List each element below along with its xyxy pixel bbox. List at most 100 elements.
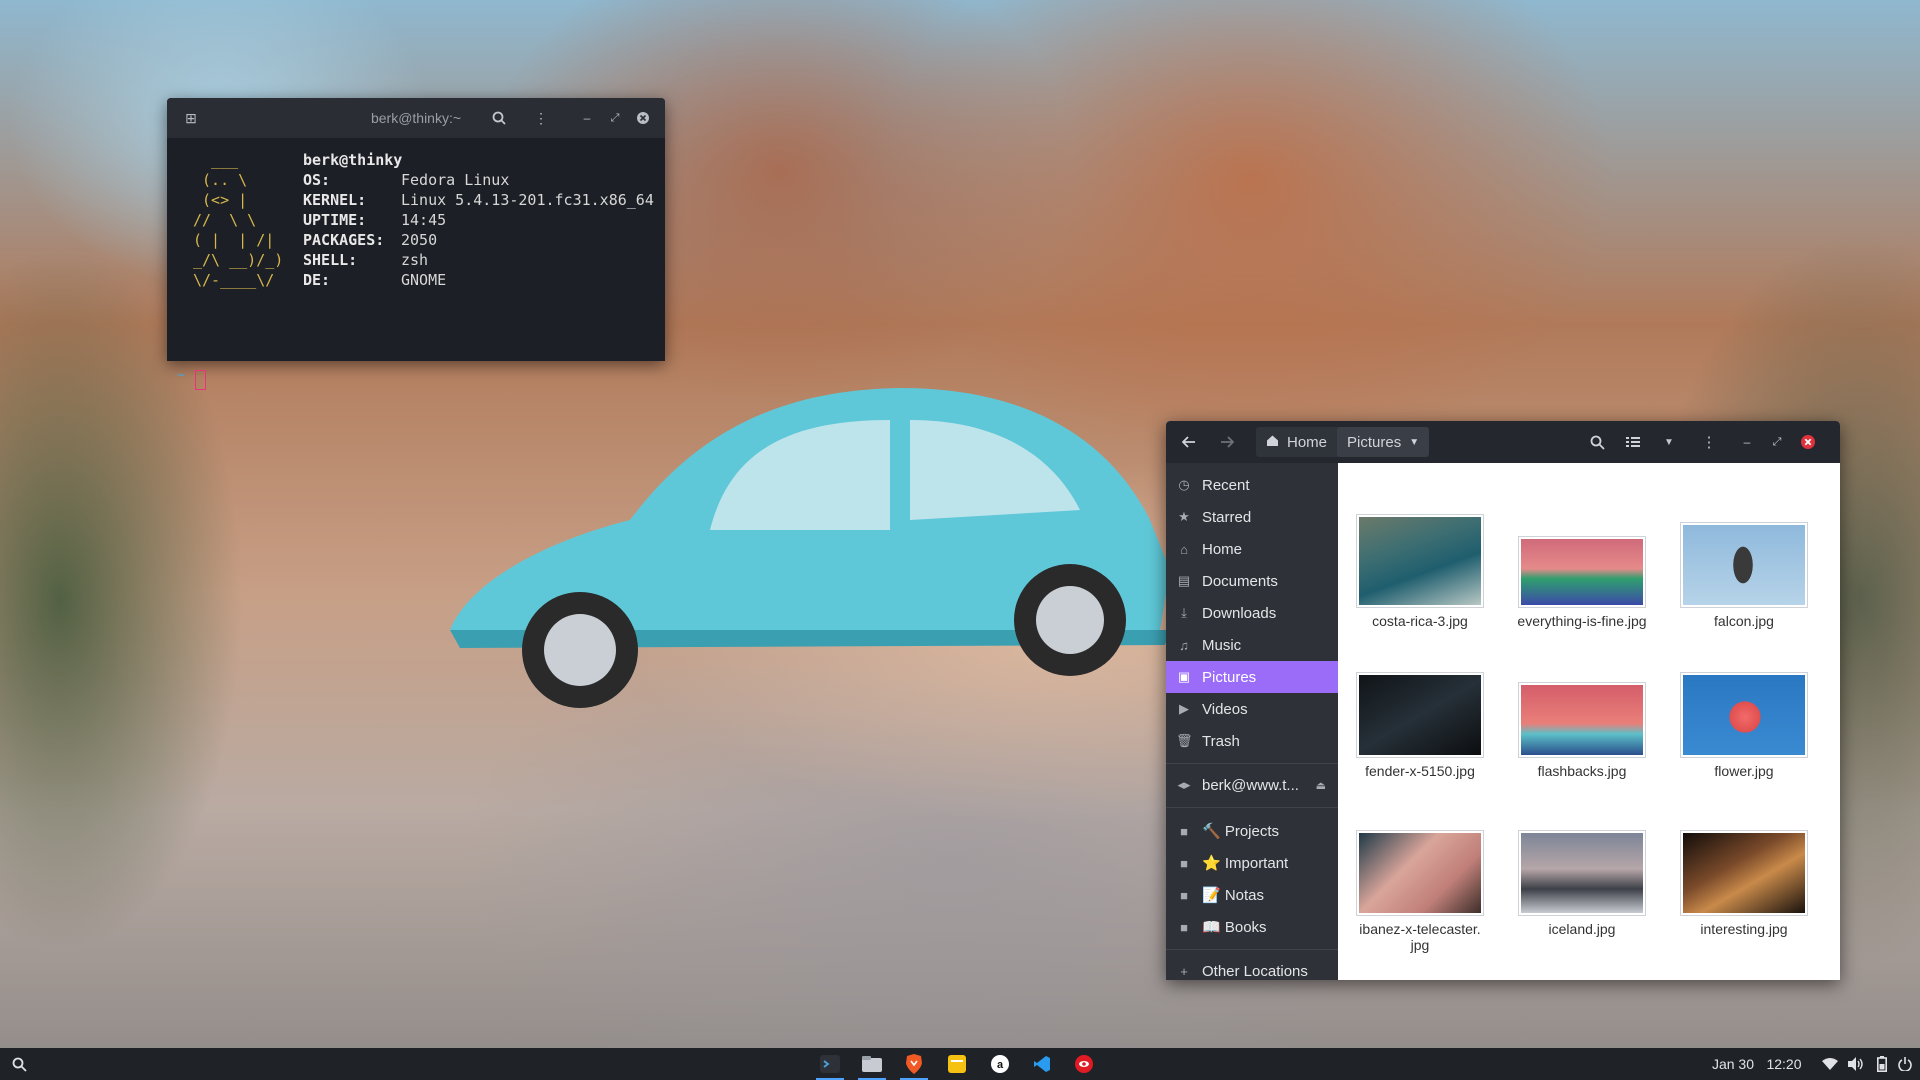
search-icon[interactable] <box>489 108 509 128</box>
maximize-icon[interactable]: ⤢ <box>1768 431 1786 453</box>
vscode-app-icon[interactable] <box>1028 1052 1056 1076</box>
info-key: SHELL: <box>303 251 358 269</box>
file-thumbnail <box>1681 523 1807 607</box>
file-thumbnail <box>1519 537 1645 607</box>
path-bar[interactable]: Home Pictures ▼ <box>1256 427 1430 457</box>
sidebar-item-downloads[interactable]: ⤓ Downloads <box>1166 597 1338 629</box>
home-icon: ⌂ <box>1180 541 1188 557</box>
video-icon: ▶ <box>1179 701 1189 716</box>
sidebar-item-label: Videos <box>1202 700 1248 718</box>
terminal-app-icon[interactable] <box>816 1052 844 1076</box>
eject-icon[interactable]: ⏏ <box>1316 779 1326 792</box>
wallpaper-car <box>450 388 1170 708</box>
download-icon: ⤓ <box>1181 605 1187 620</box>
search-icon[interactable] <box>1586 431 1608 453</box>
sidebar-item-label: Music <box>1202 636 1242 654</box>
file-item[interactable]: falcon.jpg <box>1674 523 1814 629</box>
sidebar-item-books[interactable]: ■ 📖 Books <box>1166 911 1338 943</box>
sidebar-divider <box>1166 763 1338 764</box>
sidebar-divider <box>1166 807 1338 808</box>
view-options-icon[interactable]: ▼ <box>1658 431 1680 453</box>
sidebar-item-music[interactable]: ♫ Music <box>1166 629 1338 661</box>
sidebar-item-label: ⭐ Important <box>1202 855 1289 872</box>
record-app-icon[interactable] <box>1070 1052 1098 1076</box>
file-grid: costa-rica-3.jpg everything-is-fine.jpg … <box>1338 463 1840 980</box>
breadcrumb-home-label: Home <box>1287 433 1328 451</box>
list-view-icon[interactable] <box>1622 431 1644 453</box>
folder-icon: ■ <box>1180 887 1188 903</box>
sidebar-item-pictures[interactable]: ▣ Pictures <box>1166 661 1338 693</box>
menu-icon[interactable]: ⋮ <box>531 108 551 128</box>
file-item[interactable]: ibanez-x-telecaster. jpg <box>1350 831 1490 953</box>
plus-icon: + <box>1180 963 1188 979</box>
sidebar-item-home[interactable]: ⌂ Home <box>1166 533 1338 565</box>
file-name: ibanez-x-telecaster. jpg <box>1359 921 1481 953</box>
clock-time[interactable]: 12:20 <box>1763 1052 1805 1076</box>
menu-icon[interactable]: ⋮ <box>1698 431 1720 453</box>
sidebar-item-projects[interactable]: ■ 🔨 Projects <box>1166 815 1338 847</box>
file-thumbnail <box>1681 673 1807 757</box>
taskbar: a Jan 30 12:20 <box>0 1048 1920 1080</box>
sidebar-item-important[interactable]: ■ ⭐ Important <box>1166 847 1338 879</box>
terminal-header[interactable]: ⊞ berk@thinky:~ ⋮ – ⤢ <box>167 98 665 138</box>
battery-icon[interactable] <box>1872 1052 1892 1076</box>
sidebar-item-label: Home <box>1202 540 1243 558</box>
file-manager-window[interactable]: Home Pictures ▼ ▼ ⋮ – ⤢ ◷ Recent ★ Starred… <box>1166 421 1840 980</box>
sidebar-item-recent[interactable]: ◷ Recent <box>1166 469 1338 501</box>
sidebar-item-label: Other Locations <box>1202 962 1308 980</box>
home-icon <box>1266 434 1279 451</box>
terminal-body[interactable]: ___ (.. \ (<> | // \ \ ( | | /| _/\ __)/… <box>167 138 665 390</box>
sidebar-item-videos[interactable]: ▶ Videos <box>1166 693 1338 725</box>
sidebar-item-label: Trash <box>1202 732 1240 750</box>
notes-app-icon[interactable] <box>943 1052 971 1076</box>
user-host: berk@thinky <box>303 151 403 169</box>
svg-text:a: a <box>997 1059 1004 1071</box>
sidebar-item-label: Pictures <box>1202 668 1257 686</box>
shell-prompt: ~ <box>177 368 185 383</box>
file-item[interactable]: costa-rica-3.jpg <box>1350 515 1490 629</box>
close-icon[interactable] <box>633 108 653 128</box>
sidebar-item-trash[interactable]: 🗑 Trash <box>1166 725 1338 757</box>
file-item[interactable]: iceland.jpg <box>1512 831 1652 937</box>
file-name: flower.jpg <box>1714 763 1774 779</box>
sidebar-item-documents[interactable]: ▤ Documents <box>1166 565 1338 597</box>
sidebar-item-network[interactable]: ◂▸ berk@www.t... ⏏ <box>1166 769 1338 801</box>
amazon-app-icon[interactable]: a <box>986 1052 1014 1076</box>
breadcrumb-home[interactable]: Home <box>1256 427 1337 457</box>
file-item[interactable]: flower.jpg <box>1674 673 1814 779</box>
close-icon[interactable] <box>1798 431 1818 453</box>
forward-icon[interactable] <box>1216 431 1238 453</box>
document-icon: ▤ <box>1177 573 1191 588</box>
sidebar-item-notas[interactable]: ■ 📝 Notas <box>1166 879 1338 911</box>
breadcrumb-current[interactable]: Pictures ▼ <box>1337 427 1430 457</box>
sidebar-item-other-locations[interactable]: + Other Locations <box>1166 955 1338 980</box>
volume-icon[interactable] <box>1846 1052 1866 1076</box>
search-icon[interactable] <box>8 1052 30 1076</box>
file-item[interactable]: fender-x-5150.jpg <box>1350 673 1490 779</box>
trash-icon: 🗑 <box>1176 733 1193 748</box>
info-key: PACKAGES: <box>303 231 385 249</box>
clock-date[interactable]: Jan 30 <box>1708 1052 1758 1076</box>
minimize-icon[interactable]: – <box>1738 431 1756 453</box>
file-name: falcon.jpg <box>1714 613 1774 629</box>
file-manager-header[interactable]: Home Pictures ▼ ▼ ⋮ – ⤢ <box>1166 421 1840 463</box>
file-item[interactable]: flashbacks.jpg <box>1512 683 1652 779</box>
info-key: OS: <box>303 171 331 189</box>
files-app-icon[interactable] <box>858 1052 886 1076</box>
minimize-icon[interactable]: – <box>577 108 597 128</box>
sidebar-item-label: 📖 Books <box>1202 919 1267 936</box>
sidebar-item-label: Downloads <box>1202 604 1277 622</box>
file-item[interactable]: interesting.jpg <box>1674 831 1814 937</box>
file-item[interactable]: everything-is-fine.jpg <box>1512 537 1652 629</box>
file-name: flashbacks.jpg <box>1537 763 1627 779</box>
back-icon[interactable] <box>1178 431 1200 453</box>
terminal-window[interactable]: ⊞ berk@thinky:~ ⋮ – ⤢ ___ (.. \ (<> | //… <box>167 98 665 390</box>
image-icon: ▣ <box>1177 669 1191 684</box>
power-icon[interactable] <box>1896 1052 1914 1076</box>
file-name: everything-is-fine.jpg <box>1517 613 1647 629</box>
brave-browser-icon[interactable] <box>900 1052 928 1076</box>
maximize-icon[interactable]: ⤢ <box>605 108 625 128</box>
file-name: costa-rica-3.jpg <box>1372 613 1468 629</box>
sidebar-item-starred[interactable]: ★ Starred <box>1166 501 1338 533</box>
wifi-icon[interactable] <box>1820 1052 1840 1076</box>
